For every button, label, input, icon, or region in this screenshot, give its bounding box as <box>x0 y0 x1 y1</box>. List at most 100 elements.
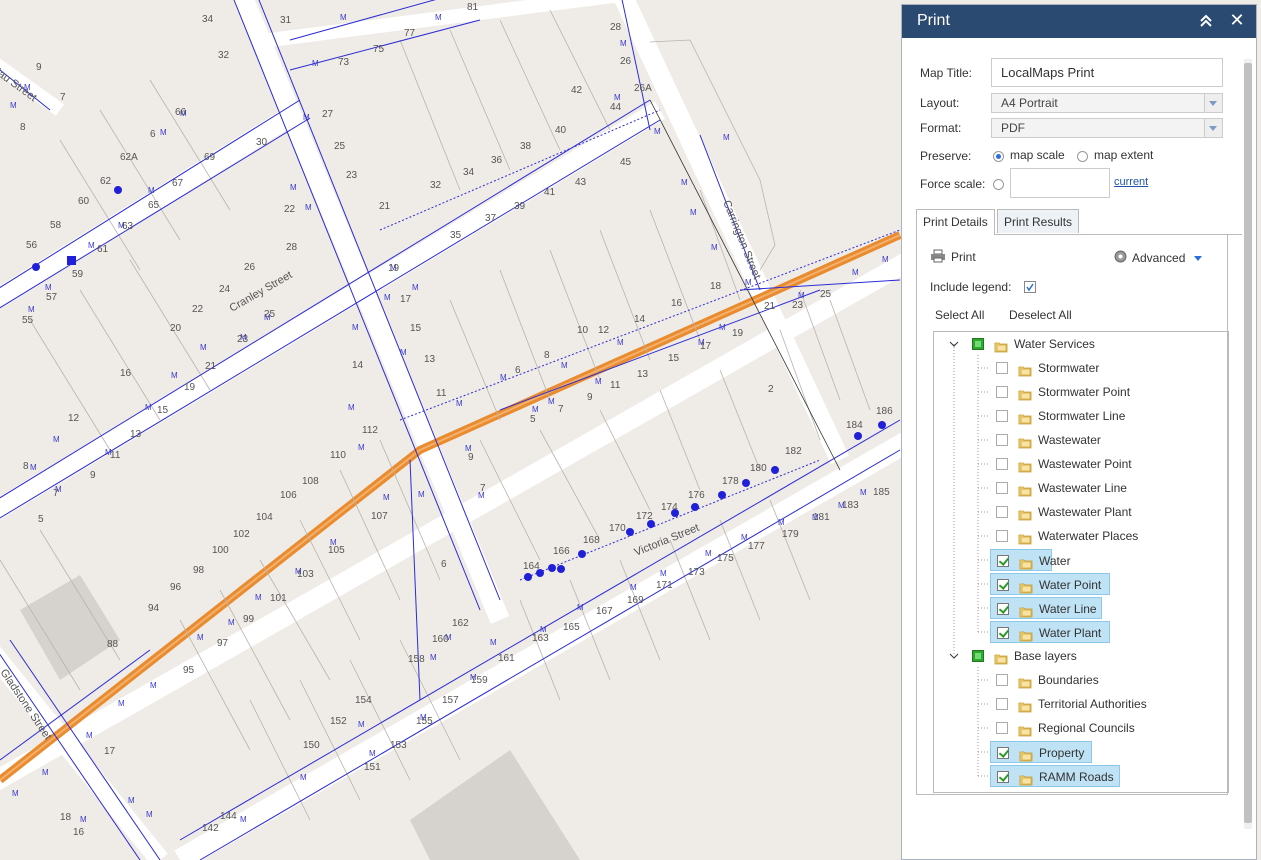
svg-text:181: 181 <box>813 512 830 523</box>
svg-text:M: M <box>358 443 365 452</box>
collapse-icon[interactable] <box>1196 11 1216 31</box>
layer-node[interactable]: Stormwater Point <box>990 381 1190 403</box>
svg-text:18: 18 <box>60 812 72 823</box>
map-title-label: Map Title: <box>920 66 973 80</box>
layer-node[interactable]: Wastewater Plant <box>990 501 1190 523</box>
map-extent-radio[interactable] <box>1077 151 1088 162</box>
layer-checkbox[interactable] <box>972 338 984 350</box>
svg-text:M: M <box>197 633 204 642</box>
layer-node[interactable]: Stormwater <box>990 357 1190 379</box>
print-button[interactable]: Print <box>951 250 976 264</box>
svg-text:31: 31 <box>280 15 292 26</box>
gear-icon[interactable] <box>1113 249 1128 267</box>
layer-node[interactable]: Wastewater <box>990 429 1190 451</box>
layer-checkbox[interactable] <box>997 555 1009 567</box>
svg-text:155: 155 <box>416 716 433 727</box>
layer-node[interactable]: Water Point <box>990 573 1110 595</box>
svg-text:14: 14 <box>352 360 364 371</box>
layer-checkbox[interactable] <box>996 674 1008 686</box>
layer-checkbox[interactable] <box>997 747 1009 759</box>
layer-node[interactable]: Stormwater Line <box>990 405 1190 427</box>
layer-checkbox[interactable] <box>996 386 1008 398</box>
layer-node[interactable]: Regional Councils <box>990 717 1190 739</box>
svg-text:M: M <box>340 13 347 22</box>
svg-text:165: 165 <box>563 622 580 633</box>
layer-checkbox[interactable] <box>997 627 1009 639</box>
folder-icon <box>1018 434 1032 449</box>
select-all-button[interactable]: Select All <box>935 308 984 322</box>
layer-checkbox[interactable] <box>996 434 1008 446</box>
layer-name: Base layers <box>1014 649 1077 663</box>
layer-node[interactable]: Wastewater Point <box>990 453 1190 475</box>
format-select[interactable]: PDF <box>991 118 1223 138</box>
layer-node[interactable]: Water Plant <box>990 621 1110 643</box>
svg-text:182: 182 <box>785 446 802 457</box>
layer-node[interactable]: Property <box>990 741 1092 763</box>
layer-checkbox[interactable] <box>996 506 1008 518</box>
current-scale-link[interactable]: current <box>1114 176 1148 188</box>
layer-checkbox[interactable] <box>997 579 1009 591</box>
advanced-dropdown-icon[interactable] <box>1194 256 1202 261</box>
include-legend-checkbox[interactable] <box>1024 281 1036 293</box>
svg-text:171: 171 <box>656 580 673 591</box>
printer-icon[interactable] <box>930 249 946 266</box>
scrollbar-thumb[interactable] <box>1244 63 1252 823</box>
deselect-all-button[interactable]: Deselect All <box>1009 308 1072 322</box>
svg-text:166: 166 <box>553 546 570 557</box>
close-icon[interactable]: ✕ <box>1227 10 1247 30</box>
advanced-button[interactable]: Advanced <box>1132 251 1185 265</box>
layer-checkbox[interactable] <box>997 771 1009 783</box>
force-scale-radio[interactable] <box>993 179 1004 190</box>
layer-node[interactable]: Territorial Authorities <box>990 693 1190 715</box>
layout-select[interactable]: A4 Portrait <box>991 93 1223 113</box>
tab-print-details[interactable]: Print Details <box>916 209 995 235</box>
svg-text:169: 169 <box>627 595 644 606</box>
svg-text:152: 152 <box>330 716 347 727</box>
svg-text:39: 39 <box>514 201 526 212</box>
layer-checkbox[interactable] <box>996 530 1008 542</box>
panel-title: Print <box>917 12 950 29</box>
folder-icon <box>994 650 1008 665</box>
map-title-input[interactable]: LocalMaps Print <box>991 58 1223 87</box>
layer-node[interactable]: RAMM Roads <box>990 765 1120 787</box>
svg-text:M: M <box>532 405 539 414</box>
svg-text:112: 112 <box>362 425 378 436</box>
layer-node[interactable]: Boundaries <box>990 669 1190 691</box>
map-scale-radio[interactable] <box>993 151 1004 162</box>
svg-text:2: 2 <box>768 384 774 395</box>
layer-checkbox[interactable] <box>972 650 984 662</box>
svg-text:M: M <box>146 810 153 819</box>
svg-text:22: 22 <box>192 304 204 315</box>
svg-text:M: M <box>860 488 867 497</box>
svg-text:M: M <box>53 435 60 444</box>
svg-text:179: 179 <box>782 529 799 540</box>
layer-checkbox[interactable] <box>996 698 1008 710</box>
chevron-down-icon[interactable] <box>1204 94 1222 112</box>
layer-checkbox[interactable] <box>996 362 1008 374</box>
layer-node[interactable]: Wastewater Line <box>990 477 1190 499</box>
svg-text:99: 99 <box>243 614 255 625</box>
layer-checkbox[interactable] <box>996 722 1008 734</box>
layer-node[interactable]: Water Services <box>966 333 1106 355</box>
svg-text:59: 59 <box>72 269 84 280</box>
chevron-down-icon[interactable] <box>1204 119 1222 137</box>
layer-node[interactable]: Water Line <box>990 597 1102 619</box>
layer-checkbox[interactable] <box>996 482 1008 494</box>
layer-name: Boundaries <box>1038 673 1099 687</box>
svg-text:30: 30 <box>256 137 268 148</box>
layer-checkbox[interactable] <box>996 458 1008 470</box>
force-scale-input[interactable] <box>1010 168 1110 198</box>
svg-text:13: 13 <box>637 369 649 380</box>
svg-text:62: 62 <box>100 176 112 187</box>
svg-text:M: M <box>882 255 889 264</box>
svg-text:M: M <box>723 133 730 142</box>
layer-node[interactable]: Water <box>990 549 1071 571</box>
layer-checkbox[interactable] <box>996 410 1008 422</box>
layer-checkbox[interactable] <box>997 603 1009 615</box>
layer-node[interactable]: Base layers <box>966 645 1106 667</box>
layer-node[interactable]: Waterwater Places <box>990 525 1190 547</box>
svg-text:M: M <box>719 323 726 332</box>
svg-text:168: 168 <box>583 535 600 546</box>
panel-scrollbar[interactable] <box>1244 59 1252 829</box>
tab-print-results[interactable]: Print Results <box>997 209 1080 233</box>
